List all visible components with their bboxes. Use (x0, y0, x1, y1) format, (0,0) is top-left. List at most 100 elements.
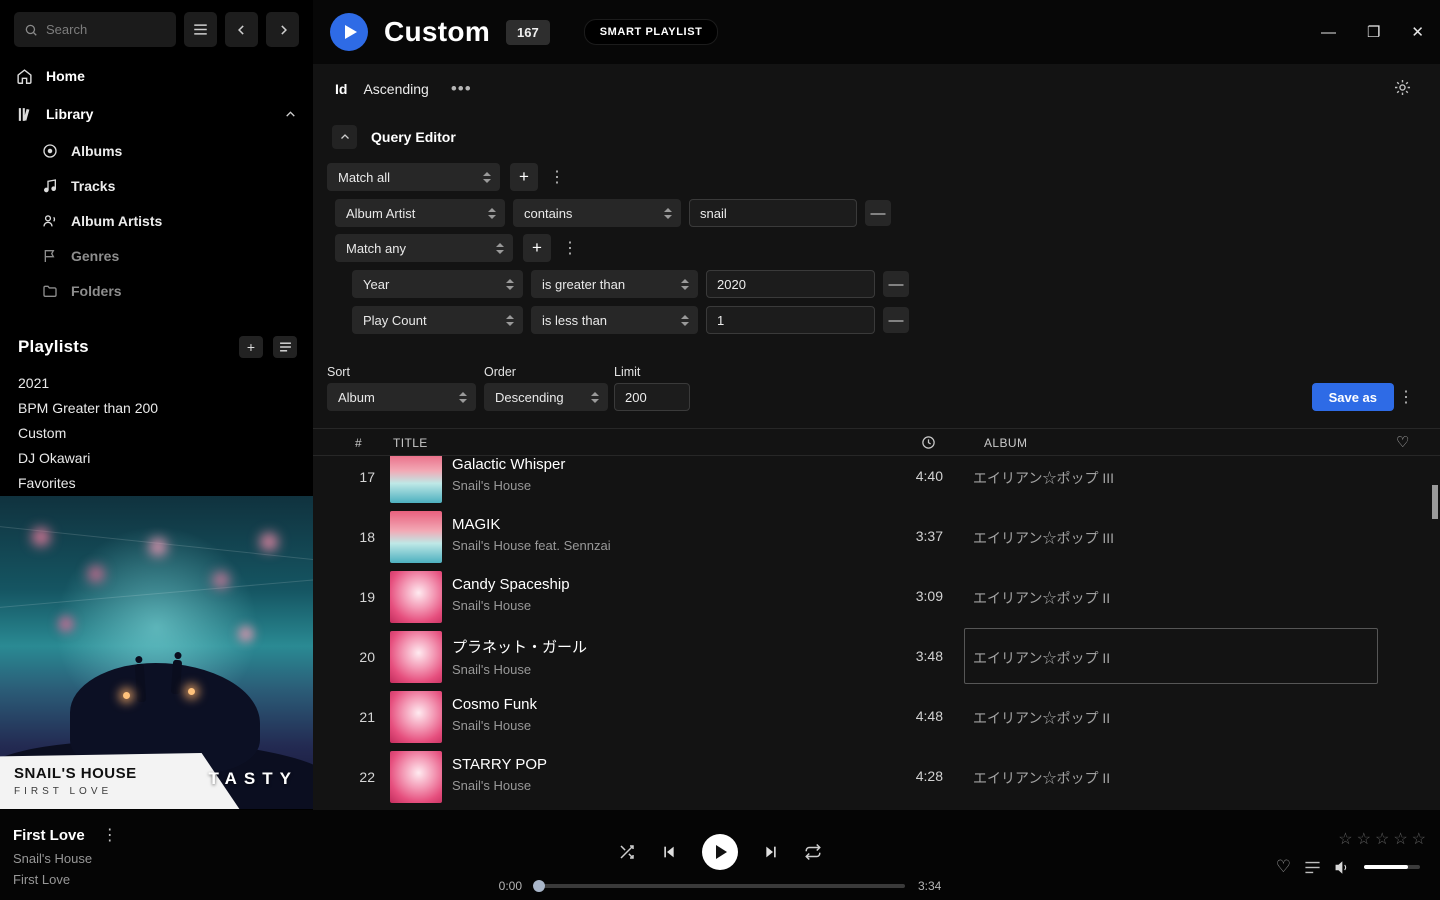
root-match-select[interactable]: Match all (327, 163, 500, 191)
select-chevrons-icon (664, 208, 672, 219)
folder-icon (42, 283, 58, 299)
star-icon[interactable]: ☆ (1375, 829, 1389, 849)
remove-rule-button[interactable]: — (883, 271, 909, 297)
now-playing-album-art[interactable]: SNAIL'S HOUSE FIRST LOVE TASTY (0, 496, 313, 809)
sort-field-button[interactable]: Id (335, 81, 347, 97)
repeat-icon[interactable] (804, 843, 822, 861)
now-playing-artist[interactable]: Snail's House (13, 851, 121, 866)
track-row[interactable]: 21 Cosmo Funk Snail's House 4:48 エイリアン☆ポ… (313, 687, 1440, 747)
track-number: 17 (333, 469, 375, 485)
sidebar-item-home[interactable]: Home (0, 57, 313, 95)
track-row[interactable]: 20 プラネット・ガール Snail's House 3:48 エイリアン☆ポッ… (313, 627, 1440, 687)
menu-button[interactable] (184, 12, 217, 47)
sidebar-item-tracks[interactable]: Tracks (42, 168, 313, 203)
order-select[interactable]: Descending (484, 383, 608, 411)
track-album-art (390, 456, 442, 503)
volume-slider[interactable] (1364, 865, 1420, 869)
remove-rule-button[interactable]: — (865, 200, 891, 226)
collapse-query-editor-button[interactable] (332, 125, 357, 149)
art-decoration (123, 692, 130, 699)
search-input[interactable] (46, 22, 166, 37)
more-options-icon[interactable]: ••• (451, 79, 472, 99)
seek-slider[interactable] (535, 884, 905, 888)
add-rule-button[interactable]: + (510, 163, 538, 191)
group-options-icon[interactable]: ⋮ (559, 238, 581, 258)
rule-field-select[interactable]: Year (352, 270, 523, 298)
star-icon[interactable]: ☆ (1357, 829, 1371, 849)
collapse-chevron-up-icon[interactable] (284, 108, 297, 121)
track-count-badge: 167 (506, 20, 550, 45)
playlist-item[interactable]: 2021 (18, 370, 313, 395)
volume-icon[interactable] (1334, 859, 1351, 876)
track-row[interactable]: 19 Candy Spaceship Snail's House 3:09 エイ… (313, 567, 1440, 627)
seek-slider-thumb[interactable] (533, 880, 545, 892)
settings-gear-icon[interactable] (1393, 78, 1412, 97)
save-as-button[interactable]: Save as (1312, 383, 1394, 411)
now-playing-album[interactable]: First Love (13, 872, 121, 887)
playlist-item[interactable]: DJ Okawari (18, 445, 313, 470)
sort-direction-button[interactable]: Ascending (363, 81, 428, 97)
track-duration: 4:28 (873, 768, 943, 784)
column-album[interactable]: ALBUM (984, 436, 1027, 450)
query-editor-title: Query Editor (371, 129, 456, 145)
nav-back-button[interactable] (225, 12, 258, 47)
rule-operator-select[interactable]: is greater than (531, 270, 698, 298)
list-icon (279, 341, 292, 353)
maximize-button[interactable]: ❐ (1367, 23, 1380, 41)
rule-operator-select[interactable]: is less than (531, 306, 698, 334)
select-chevrons-icon (483, 172, 491, 183)
sidebar-item-label: Home (46, 68, 85, 84)
sidebar-item-library[interactable]: Library (0, 95, 313, 133)
track-row[interactable]: 17 Galactic Whisper Snail's House 4:40 エ… (313, 456, 1440, 507)
playlist-list-button[interactable] (273, 336, 297, 358)
search-box[interactable] (14, 12, 176, 47)
add-playlist-button[interactable]: + (239, 336, 263, 358)
track-title: プラネット・ガール (452, 636, 587, 657)
star-icon[interactable]: ☆ (1393, 829, 1407, 849)
remove-rule-button[interactable]: — (883, 307, 909, 333)
rule-options-icon[interactable]: ⋮ (546, 167, 568, 187)
rule-operator-select[interactable]: contains (513, 199, 681, 227)
save-options-icon[interactable]: ⋮ (1395, 387, 1417, 407)
sidebar-item-album-artists[interactable]: Album Artists (42, 203, 313, 238)
add-group-rule-button[interactable]: + (523, 234, 551, 262)
playlist-item[interactable]: Custom (18, 420, 313, 445)
sort-select[interactable]: Album (327, 383, 476, 411)
query-rule-row: Year is greater than — (352, 270, 909, 298)
play-playlist-button[interactable] (330, 13, 368, 51)
playlist-item[interactable]: Favorites (18, 470, 313, 495)
favorite-heart-icon[interactable]: ♡ (1276, 857, 1291, 877)
rule-value-input[interactable] (689, 199, 857, 227)
nav-forward-button[interactable] (266, 12, 299, 47)
next-track-icon[interactable] (763, 844, 779, 860)
star-icon[interactable]: ☆ (1338, 829, 1352, 849)
play-pause-button[interactable] (702, 834, 738, 870)
star-icon[interactable]: ☆ (1412, 829, 1426, 849)
minimize-button[interactable]: — (1321, 24, 1336, 41)
favorite-column-heart-icon[interactable]: ♡ (1396, 433, 1409, 451)
now-playing-options-icon[interactable]: ⋮ (99, 825, 121, 845)
duration-clock-icon[interactable] (921, 435, 936, 450)
track-row[interactable]: 22 STARRY POP Snail's House 4:28 エイリアン☆ポ… (313, 747, 1440, 807)
track-number: 20 (333, 649, 375, 665)
rule-value-input[interactable] (706, 270, 875, 298)
playlist-header: Custom 167 SMART PLAYLIST — ❐ ✕ (313, 0, 1440, 64)
track-number: 19 (333, 589, 375, 605)
column-title[interactable]: TITLE (393, 436, 428, 450)
limit-input[interactable] (614, 383, 690, 411)
rule-field-select[interactable]: Album Artist (335, 199, 505, 227)
shuffle-icon[interactable] (618, 843, 636, 861)
scrollbar-thumb[interactable] (1432, 485, 1438, 519)
rule-value-input[interactable] (706, 306, 875, 334)
playlist-item[interactable]: BPM Greater than 200 (18, 395, 313, 420)
previous-track-icon[interactable] (661, 844, 677, 860)
group-match-select[interactable]: Match any (335, 234, 513, 262)
track-row[interactable]: 18 MAGIK Snail's House feat. Sennzai 3:3… (313, 507, 1440, 567)
rule-field-select[interactable]: Play Count (352, 306, 523, 334)
sidebar-item-albums[interactable]: Albums (42, 133, 313, 168)
queue-icon[interactable] (1304, 860, 1321, 875)
sidebar-item-genres[interactable]: Genres (42, 238, 313, 273)
sidebar-item-folders[interactable]: Folders (42, 273, 313, 308)
column-index[interactable]: # (355, 436, 362, 450)
close-button[interactable]: ✕ (1411, 23, 1424, 41)
